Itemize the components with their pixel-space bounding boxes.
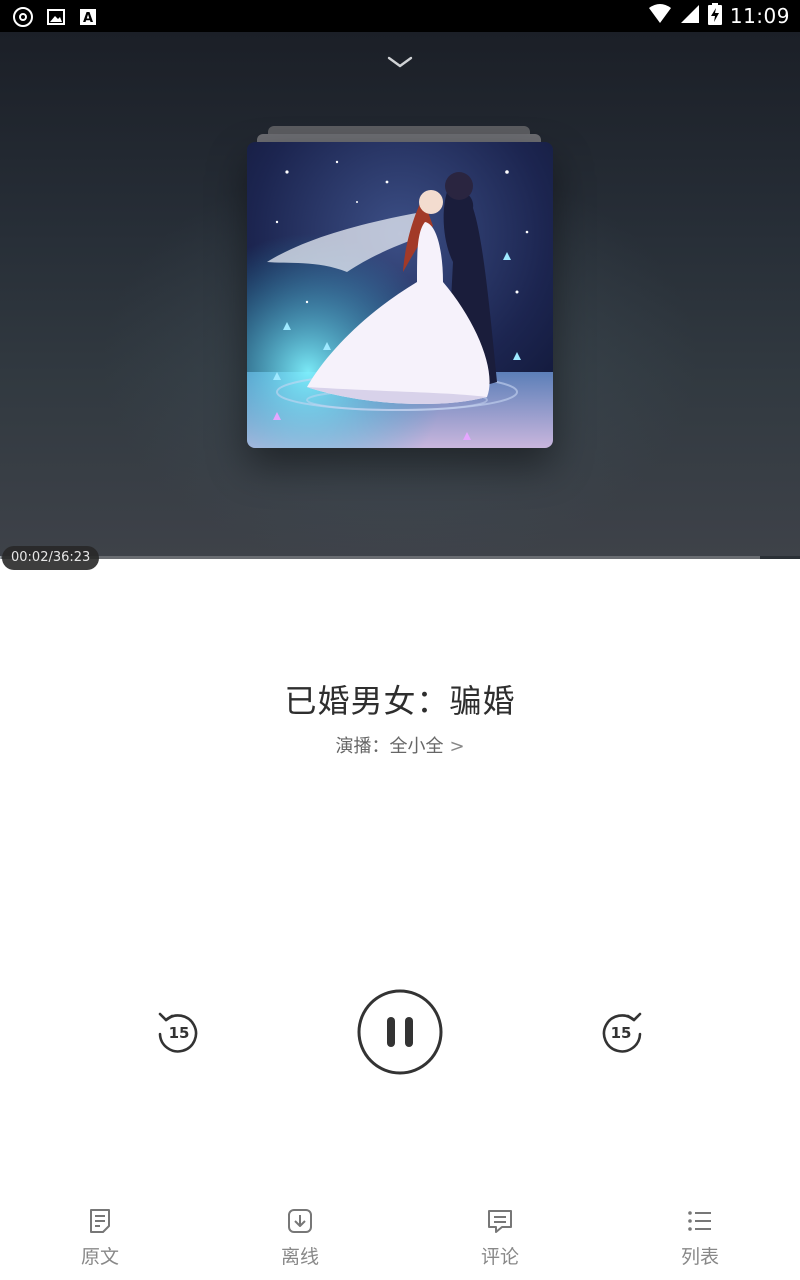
chevron-down-icon [387, 56, 413, 68]
collapse-button[interactable] [380, 48, 420, 76]
nav-label: 列表 [680, 1246, 719, 1268]
track-title: 已婚男女：骗婚 [284, 682, 516, 720]
narrator-link[interactable]: 演播：全小全 > [0, 732, 800, 758]
album-cover-art [247, 142, 553, 448]
elapsed-time-badge[interactable]: 00:02/36:23 [2, 546, 100, 570]
nav-label: 原文 [80, 1246, 119, 1268]
narrator-label: 演播：全小全 [335, 736, 444, 757]
progress-end [760, 556, 800, 559]
nav-label: 离线 [280, 1246, 319, 1268]
album-cover[interactable] [247, 142, 553, 448]
signal-icon [680, 4, 700, 28]
chevron-right-icon: > [449, 736, 465, 757]
nav-item-original-text[interactable]: 原文 [40, 1206, 160, 1272]
rewind-15-button[interactable]: 15 [152, 1006, 204, 1058]
rewind-15-label: 15 [169, 1024, 190, 1042]
nav-item-offline[interactable]: 离线 [240, 1206, 360, 1272]
pause-icon [357, 989, 443, 1075]
document-icon [85, 1206, 115, 1236]
pause-button[interactable] [356, 988, 444, 1076]
disc-icon [12, 6, 34, 28]
notification-icons: A [12, 6, 98, 28]
status-bar: A 11:09 [0, 0, 800, 32]
forward-15-label: 15 [611, 1024, 632, 1042]
battery-charging-icon [707, 3, 722, 29]
nav-label: 评论 [480, 1246, 519, 1268]
font-icon: A [78, 7, 98, 27]
system-icons: 11:09 [648, 3, 790, 29]
nav-item-comments[interactable]: 评论 [440, 1206, 560, 1272]
nav-item-list[interactable]: 列表 [640, 1206, 760, 1272]
forward-15-button[interactable]: 15 [596, 1006, 648, 1058]
bottom-nav: 原文 离线 评论 列表 [0, 1196, 800, 1280]
player-hero [0, 32, 800, 558]
rewind-15-icon: 15 [158, 1012, 198, 1053]
comment-icon [485, 1206, 515, 1236]
svg-text:A: A [83, 11, 93, 26]
clock: 11:09 [729, 4, 790, 28]
wifi-icon [648, 4, 672, 28]
progress-fill [0, 556, 1, 559]
image-icon [46, 7, 66, 27]
list-icon [685, 1206, 715, 1236]
download-icon [285, 1206, 315, 1236]
forward-15-icon: 15 [602, 1012, 642, 1053]
progress-bar[interactable] [0, 556, 800, 559]
